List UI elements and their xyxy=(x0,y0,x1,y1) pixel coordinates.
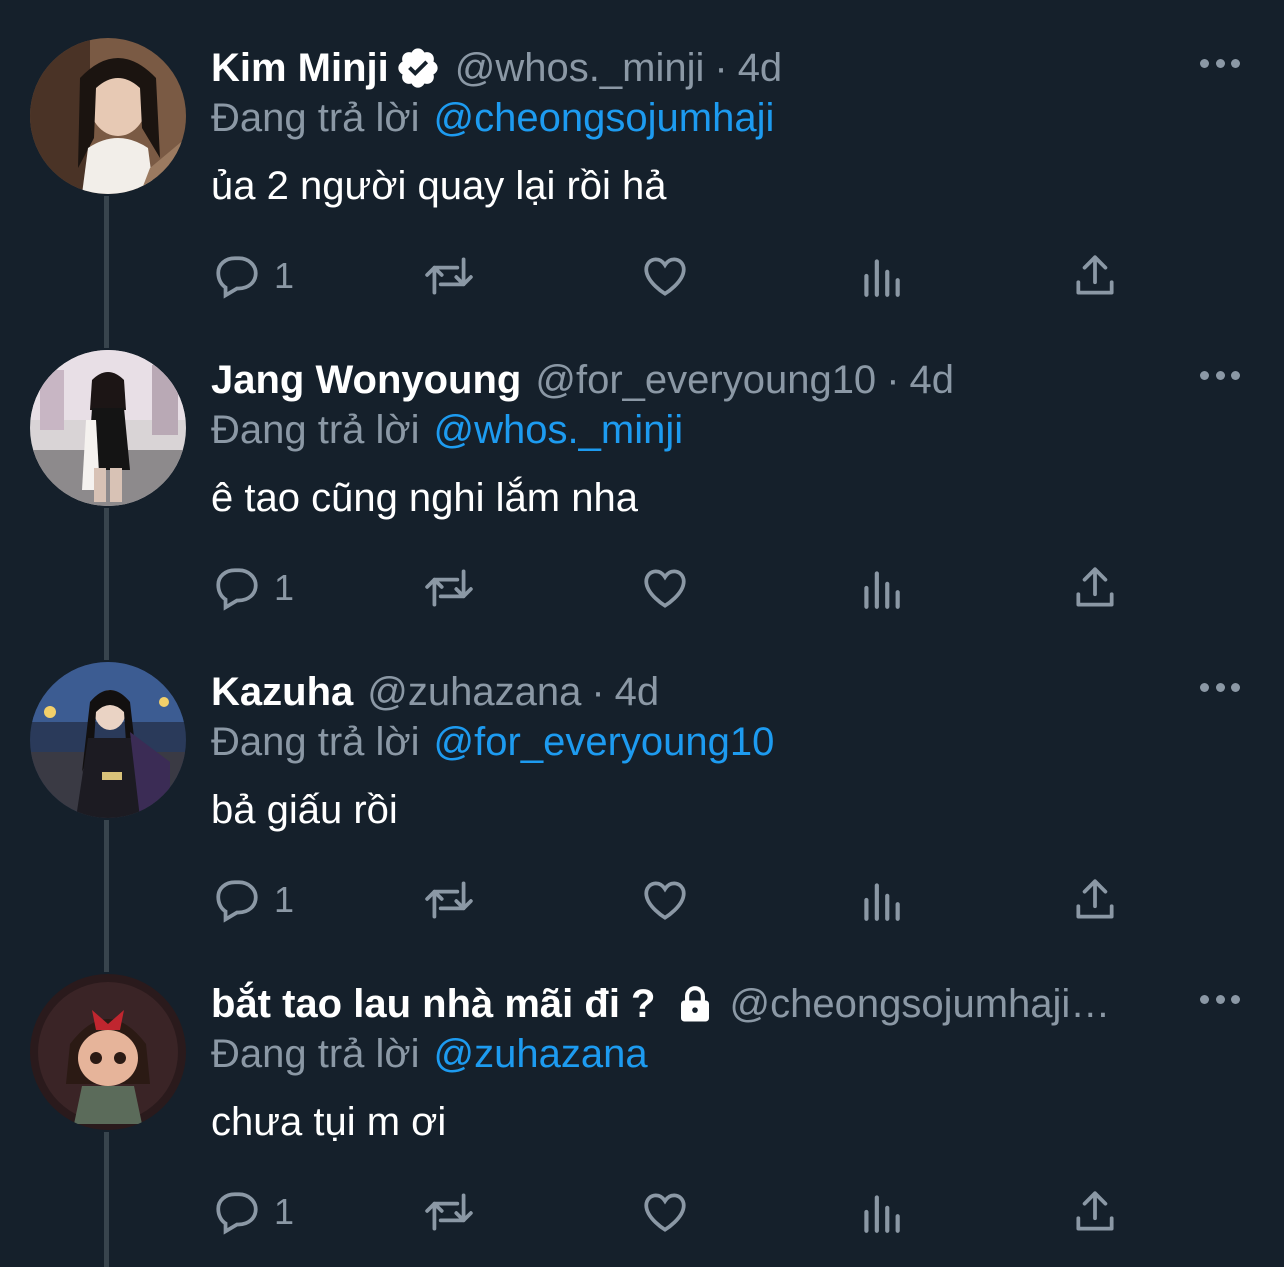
action-bar: 1 xyxy=(212,1182,1132,1242)
tweet-text: bả giấu rồi xyxy=(211,788,398,832)
more-button[interactable] xyxy=(1200,48,1240,78)
avatar[interactable] xyxy=(30,974,186,1130)
action-bar: 1 xyxy=(212,870,1132,930)
more-icon xyxy=(1200,994,1209,1004)
separator: · xyxy=(714,45,728,90)
tweet-text: ê tao cũng nghi lắm nha xyxy=(211,476,638,520)
replying-to-label: Đang trả lời xyxy=(211,1032,420,1076)
action-bar: 1 xyxy=(212,246,1132,306)
display-name[interactable]: Jang Wonyoung xyxy=(211,358,521,403)
more-button[interactable] xyxy=(1200,360,1240,390)
timestamp[interactable]: 4d xyxy=(615,670,660,715)
reply-count: 1 xyxy=(274,1191,295,1232)
reply-button[interactable]: 1 xyxy=(212,870,294,930)
reply-count: 1 xyxy=(274,567,295,608)
retweet-button[interactable] xyxy=(424,1182,474,1242)
display-name[interactable]: bắt tao lau nhà mãi đi ? xyxy=(211,982,656,1027)
analytics-icon xyxy=(864,1195,900,1233)
share-icon xyxy=(1076,879,1114,919)
analytics-icon xyxy=(864,883,900,921)
action-bar: 1 xyxy=(212,558,1132,618)
more-button[interactable] xyxy=(1200,672,1240,702)
retweet-icon xyxy=(425,257,473,295)
reply-to-link[interactable]: @whos._minji xyxy=(434,408,684,452)
retweet-icon xyxy=(425,881,473,919)
reply-to-link[interactable]: @for_everyoung10 xyxy=(434,720,775,764)
tweet[interactable]: Kazuha @zuhazana · 4d Đang trả lời @for_e… xyxy=(0,624,1284,936)
share-button[interactable] xyxy=(1070,246,1120,306)
avatar[interactable] xyxy=(30,662,186,818)
reply-icon xyxy=(216,568,258,611)
like-button[interactable] xyxy=(640,1182,690,1242)
handle[interactable]: @cheongsojumhaji… xyxy=(730,982,1111,1027)
share-button[interactable] xyxy=(1070,558,1120,618)
reply-to-link[interactable]: @zuhazana xyxy=(434,1032,648,1076)
handle[interactable]: @for_everyoung10 xyxy=(535,358,876,403)
reply-count: 1 xyxy=(274,879,295,920)
reply-button[interactable]: 1 xyxy=(212,1182,294,1242)
tweet[interactable]: Jang Wonyoung @for_everyoung10 · 4d Đang… xyxy=(0,312,1284,624)
like-button[interactable] xyxy=(640,246,690,306)
like-button[interactable] xyxy=(640,870,690,930)
retweet-button[interactable] xyxy=(424,246,474,306)
replying-to-label: Đang trả lời xyxy=(211,96,420,140)
more-button[interactable] xyxy=(1200,984,1240,1014)
reply-count: 1 xyxy=(274,255,295,296)
views-button[interactable] xyxy=(856,558,906,618)
analytics-icon xyxy=(864,259,900,297)
share-icon xyxy=(1076,255,1114,295)
retweet-icon xyxy=(425,569,473,607)
tweet-text: chưa tụi m ơi xyxy=(211,1100,447,1144)
timestamp[interactable]: 4d xyxy=(738,46,783,91)
display-name[interactable]: Kazuha xyxy=(211,670,353,715)
retweet-icon xyxy=(425,1193,473,1231)
like-button[interactable] xyxy=(640,558,690,618)
reply-button[interactable]: 1 xyxy=(212,558,294,618)
views-button[interactable] xyxy=(856,1182,906,1242)
replying-to-label: Đang trả lời xyxy=(211,408,420,452)
reply-button[interactable]: 1 xyxy=(212,246,294,306)
tweet[interactable]: Kim Minji @whos._minji · 4d Đang trả lời… xyxy=(0,0,1284,312)
timestamp[interactable]: 4d xyxy=(910,358,955,403)
views-button[interactable] xyxy=(856,870,906,930)
more-icon xyxy=(1200,370,1209,380)
verified-badge-icon xyxy=(398,48,438,88)
reply-icon xyxy=(216,256,258,299)
analytics-icon xyxy=(864,571,900,609)
separator: · xyxy=(591,669,605,714)
share-button[interactable] xyxy=(1070,870,1120,930)
heart-icon xyxy=(644,1193,686,1232)
display-name[interactable]: Kim Minji xyxy=(211,46,389,91)
handle[interactable]: @zuhazana xyxy=(367,670,581,715)
avatar[interactable] xyxy=(30,38,186,194)
retweet-button[interactable] xyxy=(424,870,474,930)
heart-icon xyxy=(644,881,686,920)
reply-to-link[interactable]: @cheongsojumhaji xyxy=(434,96,775,140)
heart-icon xyxy=(644,257,686,296)
heart-icon xyxy=(644,569,686,608)
avatar[interactable] xyxy=(30,350,186,506)
tweet[interactable]: bắt tao lau nhà mãi đi ? @cheongsojumhaj… xyxy=(0,936,1284,1248)
lock-icon xyxy=(680,986,709,1022)
separator: · xyxy=(886,357,900,402)
share-icon xyxy=(1076,1191,1114,1231)
retweet-button[interactable] xyxy=(424,558,474,618)
reply-icon xyxy=(216,1192,258,1235)
share-button[interactable] xyxy=(1070,1182,1120,1242)
tweet-text: ủa 2 người quay lại rồi hả xyxy=(211,164,667,208)
more-icon xyxy=(1200,682,1209,692)
handle[interactable]: @whos._minji xyxy=(455,46,705,91)
reply-icon xyxy=(216,880,258,923)
more-icon xyxy=(1200,58,1209,68)
share-icon xyxy=(1076,567,1114,607)
views-button[interactable] xyxy=(856,246,906,306)
replying-to-label: Đang trả lời xyxy=(211,720,420,764)
